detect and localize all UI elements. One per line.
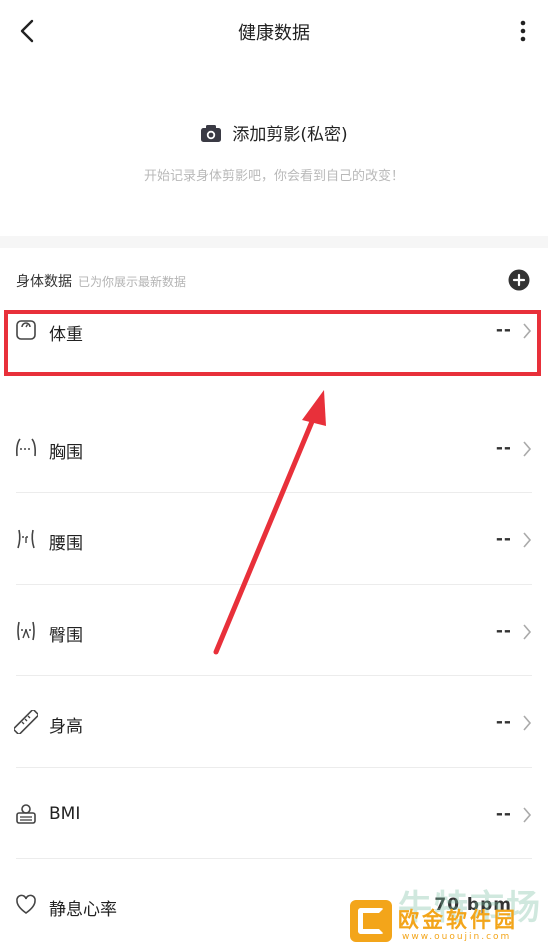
- photo-hint-text: 开始记录身体剪影吧，你会看到自己的改变！: [143, 169, 404, 184]
- metric-row-hip[interactable]: 臀围 --: [0, 585, 548, 676]
- section-subtitle: 已为你展示最新数据: [78, 275, 187, 289]
- chevron-right-icon: [523, 715, 532, 731]
- metrics-list: 体重 -- 胸围 -- 腰围 -- 臀围 -- 身高 -- BMI -- 静息心…: [0, 310, 548, 951]
- metric-name: 静息心率: [49, 900, 117, 920]
- metric-value: --: [495, 529, 512, 549]
- body-photo-section: 添加剪影(私密) 开始记录身体剪影吧，你会看到自己的改变！: [0, 62, 548, 236]
- metric-name: 身高: [49, 717, 83, 737]
- metric-row-height[interactable]: 身高 --: [0, 676, 548, 768]
- metric-name: 腰围: [49, 534, 83, 554]
- metric-row-weight[interactable]: 体重 --: [0, 310, 548, 402]
- ruler-icon: [14, 710, 38, 734]
- heart-icon: [16, 894, 36, 914]
- metric-row-bmi[interactable]: BMI --: [0, 768, 548, 859]
- metric-name: 体重: [49, 325, 83, 345]
- metric-name: 胸围: [49, 442, 83, 463]
- metric-row-chest[interactable]: 胸围 --: [0, 402, 548, 493]
- metric-name: BMI: [49, 803, 81, 824]
- page-title: 健康数据: [238, 23, 310, 44]
- watermark-text: 欧金软件园: [398, 908, 518, 932]
- chevron-right-icon: [523, 323, 532, 339]
- metric-value: --: [495, 320, 512, 340]
- metric-row-waist[interactable]: 腰围 --: [0, 493, 548, 585]
- chevron-right-icon: [523, 806, 532, 823]
- watermark-logo: [350, 900, 392, 942]
- metric-value: --: [495, 437, 512, 458]
- more-options-icon[interactable]: [516, 18, 530, 44]
- metric-value: --: [495, 712, 512, 732]
- section-title: 身体数据: [16, 274, 72, 290]
- metric-value: --: [495, 803, 512, 824]
- add-photo-label: 添加剪影(私密): [232, 125, 348, 145]
- chevron-right-icon: [523, 440, 532, 457]
- watermark-url: www.ououjin.com: [402, 932, 512, 942]
- chest-icon: [16, 438, 36, 456]
- metric-name: 臀围: [49, 625, 83, 646]
- waist-icon: [17, 529, 35, 549]
- camera-icon: [201, 124, 222, 142]
- metric-value: --: [495, 620, 512, 641]
- highlight-box: [4, 310, 541, 376]
- scale-icon: [16, 320, 36, 340]
- body-data-header: 身体数据 已为你展示最新数据: [0, 248, 548, 310]
- bmi-scale-icon: [16, 803, 36, 824]
- chevron-right-icon: [523, 623, 532, 640]
- app-header: 健康数据: [0, 0, 548, 62]
- section-divider: [0, 236, 548, 248]
- add-record-icon[interactable]: [508, 269, 530, 291]
- add-photo-button[interactable]: 添加剪影(私密): [0, 120, 548, 145]
- hip-icon: [17, 621, 35, 640]
- watermark: 牛特市场 欧金软件园 www.ououjin.com: [350, 880, 548, 948]
- chevron-right-icon: [523, 532, 532, 548]
